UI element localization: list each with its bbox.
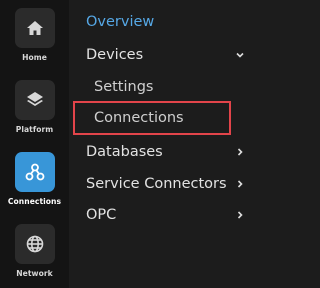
chevron-right-icon xyxy=(235,179,245,189)
rail-label-platform: Platform xyxy=(15,125,54,134)
secondary-nav: Overview Devices Settings Connections Da… xyxy=(69,0,257,288)
home-icon xyxy=(14,8,55,48)
connections-icon xyxy=(14,152,55,192)
nav-label-connections: Connections xyxy=(94,110,184,126)
app-root: Home Platform Connections Network Overvi… xyxy=(0,0,257,288)
rail-item-network[interactable]: Network xyxy=(0,224,69,278)
globe-icon xyxy=(14,224,55,264)
rail-item-home[interactable]: Home xyxy=(0,8,69,62)
nav-label-databases: Databases xyxy=(86,144,163,160)
icon-rail: Home Platform Connections Network xyxy=(0,0,69,288)
nav-label-settings: Settings xyxy=(94,79,154,95)
nav-item-connections[interactable]: Connections xyxy=(69,104,257,132)
chevron-right-icon xyxy=(235,147,245,157)
nav-item-service-connectors[interactable]: Service Connectors xyxy=(69,170,257,198)
nav-item-overview[interactable]: Overview xyxy=(69,8,257,36)
layers-icon xyxy=(14,80,55,120)
nav-label-service-connectors: Service Connectors xyxy=(86,176,227,192)
rail-item-platform[interactable]: Platform xyxy=(0,80,69,134)
nav-label-overview: Overview xyxy=(86,14,155,30)
nav-label-devices: Devices xyxy=(86,47,144,63)
rail-label-connections: Connections xyxy=(7,197,62,206)
chevron-down-icon xyxy=(235,50,245,60)
nav-item-opc[interactable]: OPC xyxy=(69,201,257,229)
rail-item-connections[interactable]: Connections xyxy=(0,152,69,206)
rail-label-network: Network xyxy=(16,269,53,278)
nav-item-databases[interactable]: Databases xyxy=(69,138,257,166)
chevron-right-icon xyxy=(235,210,245,220)
nav-item-settings[interactable]: Settings xyxy=(69,73,257,101)
nav-item-devices[interactable]: Devices xyxy=(69,41,257,69)
rail-label-home: Home xyxy=(22,53,47,62)
nav-label-opc: OPC xyxy=(86,207,117,223)
